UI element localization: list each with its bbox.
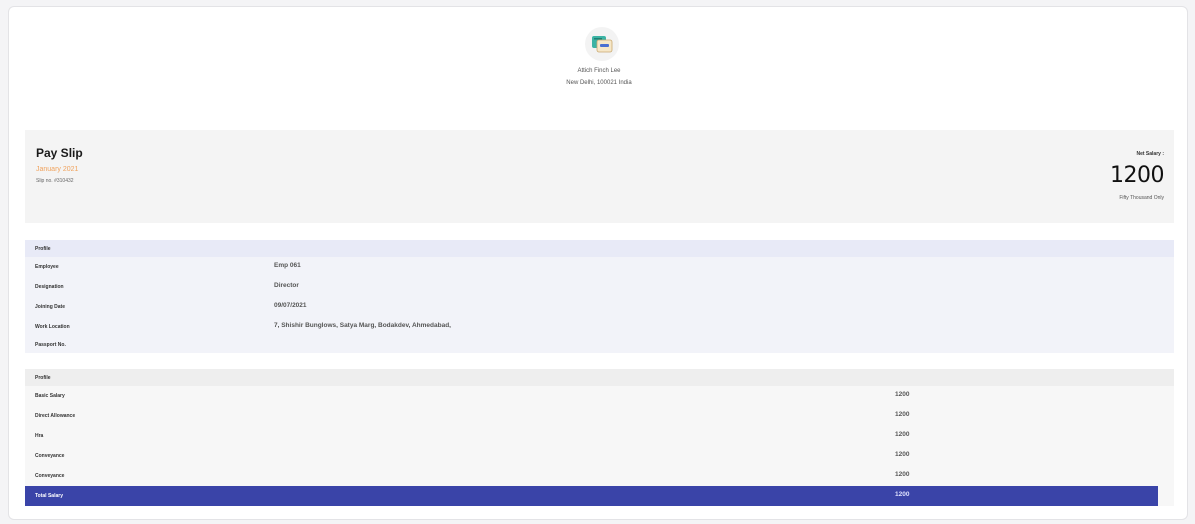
row-amount: 1200 (895, 411, 910, 418)
slip-number: Slip no. #310432 (36, 178, 74, 184)
row-label: Work Location (35, 324, 70, 330)
table-row: Employee Emp 061 (25, 257, 1174, 277)
row-label: Employee (35, 264, 59, 270)
total-salary-label: Total Salary (35, 493, 63, 499)
row-label: Direct Allowance (35, 413, 76, 419)
total-salary-amount: 1200 (895, 491, 910, 498)
row-value: Emp 061 (274, 262, 301, 269)
payslip-card: Attich Finch Lee New Delhi, 100021 India… (8, 6, 1188, 520)
earnings-header: Profile (25, 369, 1174, 386)
table-row: Direct Allowance 1200 (25, 406, 1174, 426)
table-row: Work Location 7, Shishir Bunglows, Satya… (25, 317, 1174, 337)
earnings-table: Profile Basic Salary 1200 Direct Allowan… (25, 369, 1174, 506)
row-label: Basic Salary (35, 393, 65, 399)
row-amount: 1200 (895, 431, 910, 438)
row-label: Joining Date (35, 304, 66, 310)
table-row: Basic Salary 1200 (25, 386, 1174, 406)
table-row: Hra 1200 (25, 426, 1174, 446)
profile-header-label: Profile (35, 246, 51, 252)
row-value: 7, Shishir Bunglows, Satya Marg, Bodakde… (274, 322, 451, 329)
profile-header: Profile (25, 240, 1174, 257)
row-label: Passport No. (35, 342, 66, 348)
page-title: Pay Slip (36, 146, 83, 160)
total-salary-row: Total Salary 1200 (25, 486, 1158, 506)
row-label: Conveyance (35, 453, 65, 459)
company-logo (585, 27, 619, 61)
earnings-header-label: Profile (35, 375, 51, 381)
pay-month: January 2021 (36, 166, 79, 173)
net-salary-value: 1200 (1110, 163, 1165, 188)
row-amount: 1200 (895, 471, 910, 478)
company-name: Attich Finch Lee (577, 68, 621, 74)
profile-table: Profile Employee Emp 061 Designation Dir… (25, 240, 1174, 353)
row-label: Hra (35, 433, 44, 439)
table-row: Designation Director (25, 277, 1174, 297)
net-salary-label: Net Salary : (1136, 151, 1164, 157)
row-label: Designation (35, 284, 64, 290)
table-row: Conveyance 1200 (25, 446, 1174, 466)
table-row: Passport No. (25, 335, 1174, 355)
table-row: Joining Date 09/07/2021 (25, 297, 1174, 317)
net-salary-words: Fifty Thousand Only (1119, 195, 1164, 201)
payslip-summary: Pay Slip January 2021 Slip no. #310432 N… (25, 130, 1174, 223)
wallet-icon (592, 36, 613, 53)
row-amount: 1200 (895, 451, 910, 458)
table-row: Conveyance 1200 (25, 466, 1174, 486)
row-value: Director (274, 282, 299, 289)
row-value: 09/07/2021 (274, 302, 307, 309)
row-amount: 1200 (895, 391, 910, 398)
company-address: New Delhi, 100021 India (566, 80, 632, 86)
row-label: Conveyance (35, 473, 65, 479)
